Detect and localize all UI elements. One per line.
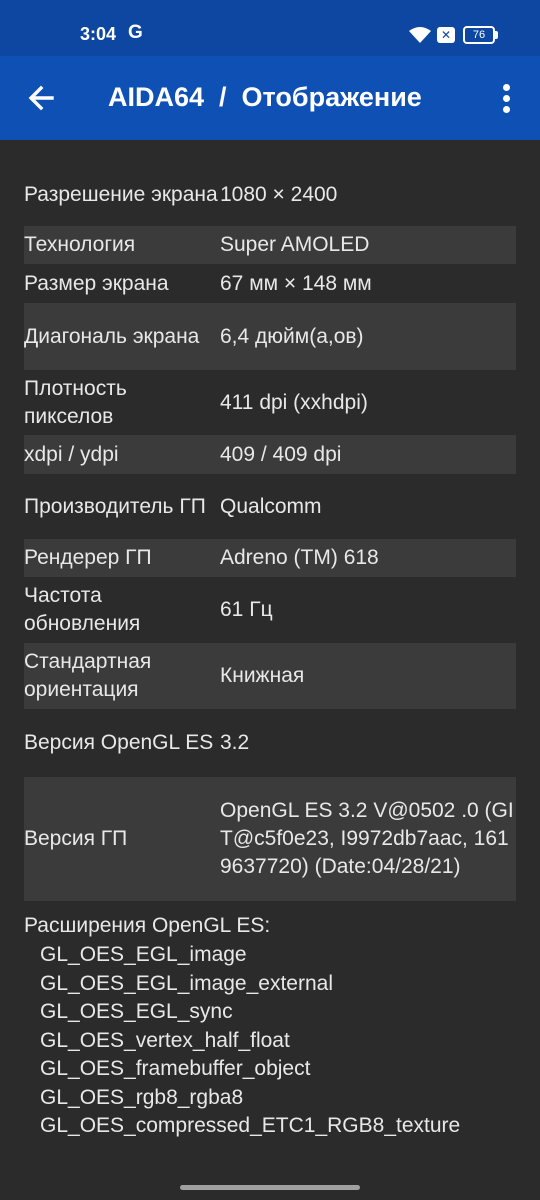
row-screen-size: Размер экрана 67 мм × 148 мм bbox=[24, 264, 516, 303]
row-xdpi-ydpi: xdpi / ydpi 409 / 409 dpi bbox=[24, 435, 516, 474]
row-label: Версия OpenGL ES bbox=[24, 731, 214, 754]
extension-item: GL_OES_rgb8_rgba8 bbox=[40, 1085, 244, 1109]
battery-icon: 76 bbox=[463, 26, 495, 44]
google-g-icon: G bbox=[128, 22, 143, 43]
wifi-icon bbox=[409, 27, 431, 43]
row-value: 6,4 дюйм(а,ов) bbox=[220, 324, 364, 348]
row-orientation: Стандартная ориентация Книжная bbox=[24, 643, 516, 709]
row-value: 61 Гц bbox=[220, 598, 273, 621]
row-label: Стандартная ориентация bbox=[24, 650, 152, 701]
row-label: Частота обновления bbox=[24, 584, 141, 635]
row-value: Super AMOLED bbox=[220, 233, 370, 256]
battery-tip bbox=[495, 31, 498, 39]
display-info-list: Разрешение экрана 1080 × 2400 Технология… bbox=[24, 164, 516, 1141]
extension-item: GL_OES_framebuffer_object bbox=[40, 1057, 311, 1080]
row-value: 3.2 bbox=[220, 731, 250, 754]
extension-item: GL_OES_EGL_sync bbox=[40, 1000, 233, 1023]
extension-item: GL_OES_vertex_half_float bbox=[40, 1028, 290, 1052]
row-label: Диагональ экрана bbox=[24, 324, 200, 348]
row-value: Adreno (TM) 618 bbox=[220, 546, 379, 569]
more-vert-icon[interactable] bbox=[496, 78, 520, 118]
extension-item: GL_OES_EGL_image bbox=[40, 943, 247, 966]
row-value: Qualcomm bbox=[220, 494, 322, 518]
row-value: 1080 × 2400 bbox=[220, 183, 338, 206]
row-value: Книжная bbox=[220, 664, 305, 687]
row-value: OpenGL ES 3.2 V@0502 .0 (GIT@c5f0e23, I9… bbox=[220, 799, 514, 878]
app-bar: AIDA64 / Отображение bbox=[0, 56, 540, 140]
status-time: 3:04 bbox=[80, 24, 117, 44]
row-diagonal: Диагональ экрана 6,4 дюйм(а,ов) bbox=[24, 303, 516, 370]
row-label: Версия ГП bbox=[24, 827, 128, 850]
page-title: AIDA64 / Отображение bbox=[108, 82, 422, 112]
extension-item: GL_OES_compressed_ETC1_RGB8_texture bbox=[40, 1114, 461, 1137]
row-gpu-renderer: Рендерер ГП Adreno (TM) 618 bbox=[24, 539, 516, 577]
row-density: Плотность пикселов 411 dpi (xxhdpi) bbox=[24, 370, 516, 435]
extensions-heading: Расширения OpenGL ES: bbox=[24, 914, 271, 937]
row-opengl-version: Версия OpenGL ES 3.2 bbox=[24, 709, 516, 777]
row-label: Плотность пикселов bbox=[24, 376, 127, 428]
row-value: 411 dpi (xxhdpi) bbox=[220, 390, 368, 414]
row-label: Производитель ГП bbox=[24, 494, 206, 518]
row-label: Рендерер ГП bbox=[24, 546, 152, 569]
row-refresh-rate: Частота обновления 61 Гц bbox=[24, 577, 516, 643]
row-label: Размер экрана bbox=[24, 271, 169, 295]
row-gpu-vendor: Производитель ГП Qualcomm bbox=[24, 474, 516, 539]
row-value: 409 / 409 dpi bbox=[220, 442, 342, 466]
row-value: 67 мм × 148 мм bbox=[220, 271, 372, 295]
arrow-left-icon[interactable] bbox=[24, 80, 60, 116]
gesture-nav-handle[interactable] bbox=[180, 1185, 360, 1190]
status-bar: 3:04 G ✕ 76 bbox=[0, 0, 540, 56]
row-label: Разрешение экрана bbox=[24, 183, 218, 206]
extension-item: GL_OES_EGL_image_external bbox=[40, 971, 334, 995]
row-gpu-version: Версия ГП OpenGL ES 3.2 V@0502 .0 (GIT@c… bbox=[24, 777, 516, 901]
notification-x-icon: ✕ bbox=[437, 27, 455, 43]
battery-level: 76 bbox=[472, 29, 486, 41]
row-label: xdpi / ydpi bbox=[24, 442, 119, 466]
row-technology: Технология Super AMOLED bbox=[24, 226, 516, 264]
row-label: Технология bbox=[24, 233, 136, 256]
row-resolution: Разрешение экрана 1080 × 2400 bbox=[24, 164, 516, 226]
